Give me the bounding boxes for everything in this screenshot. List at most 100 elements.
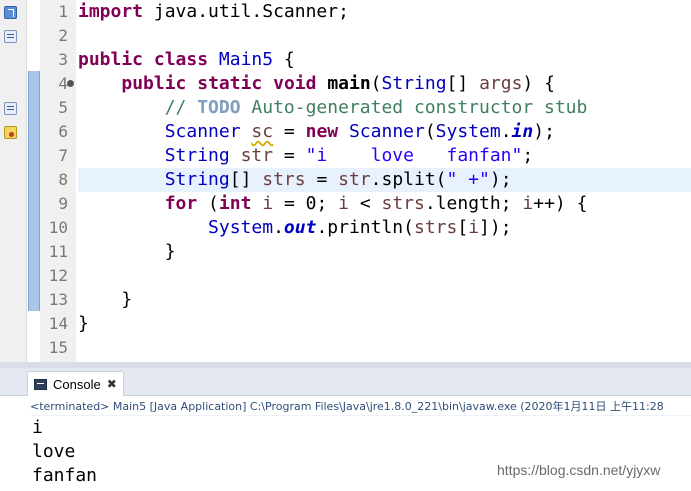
code-text: ]); [479, 217, 512, 238]
code-text: .println( [316, 217, 414, 238]
code-text: ); [533, 121, 555, 142]
keyword: void [273, 73, 317, 94]
line-number: 7 [58, 146, 68, 165]
line-number: 8 [58, 170, 68, 189]
line-number: 1 [58, 2, 68, 21]
code-text: .length; [424, 193, 523, 214]
keyword: int [218, 193, 252, 214]
local-variable: i [522, 193, 534, 214]
code-line-13: } [78, 289, 133, 310]
line-number: 12 [48, 266, 68, 285]
task-icon[interactable] [4, 30, 17, 43]
code-text: { [273, 49, 295, 70]
keyword: class [153, 49, 209, 70]
method-name: main [327, 73, 371, 94]
comment: // [164, 97, 198, 118]
code-text: ); [489, 169, 512, 190]
console-tab-label: Console [53, 376, 101, 392]
task-icon[interactable] [4, 102, 17, 115]
code-text: ; [522, 145, 534, 166]
code-text: [] [446, 73, 480, 94]
code-line-10: System.out.println(strs[i]); [78, 216, 691, 240]
local-variable: i [468, 217, 480, 238]
output-line: love [32, 441, 76, 462]
console-tab-bar: Console ✖ [0, 368, 691, 396]
code-area[interactable]: import java.util.Scanner; public class M… [78, 0, 691, 362]
code-text: [ [457, 217, 469, 238]
local-variable: i [338, 193, 349, 214]
code-text: = [273, 145, 306, 166]
todo-tag: TODO [197, 97, 241, 118]
code-line-4: public static void main(String[] args) { [78, 72, 691, 96]
type-name: System [435, 121, 501, 142]
type-name: String [164, 145, 230, 166]
line-number: 13 [48, 290, 68, 309]
line-number: 5 [58, 98, 68, 117]
code-text: ) { [522, 73, 555, 94]
code-text: ( [370, 73, 382, 94]
line-number: 4 [58, 74, 68, 93]
class-name: Main5 [218, 49, 274, 70]
code-line-14: } [78, 313, 89, 334]
local-variable: str [338, 169, 371, 190]
code-text: [] [229, 169, 263, 190]
local-variable: str [240, 145, 274, 166]
code-text: = [273, 121, 306, 142]
output-line: i [32, 417, 43, 438]
type-name: System [208, 217, 274, 238]
local-variable: strs [262, 169, 306, 190]
line-numbers: 1 2 3 4 5 6 7 8 9 10 11 12 13 14 15 [40, 0, 68, 360]
console-tab[interactable]: Console ✖ [27, 371, 124, 396]
code-text: ( [197, 193, 219, 214]
close-icon[interactable]: ✖ [107, 378, 117, 390]
line-number: 10 [48, 218, 68, 237]
local-variable: strs [381, 193, 425, 214]
keyword: for [164, 193, 198, 214]
quickfix-icon[interactable] [4, 6, 17, 19]
comment: Auto-generated constructor stub [240, 97, 588, 118]
line-number: 14 [48, 314, 68, 333]
string-literal: "i love fanfan" [305, 145, 523, 166]
code-line-5: // TODO Auto-generated constructor stub [78, 96, 691, 120]
line-number: 2 [58, 26, 68, 45]
code-text: . [500, 121, 512, 142]
unused-variable-warning[interactable]: sc [251, 121, 273, 142]
code-text: = 0; [273, 193, 339, 214]
console-view: Console ✖ <terminated> Main5 [Java Appli… [0, 362, 691, 491]
keyword: new [305, 121, 339, 142]
type-name: Scanner [164, 121, 241, 142]
code-line-9: for (int i = 0; i < strs.length; i++) { [78, 192, 691, 216]
code-text: ( [424, 121, 436, 142]
keyword: public [121, 73, 187, 94]
local-variable: strs [413, 217, 458, 238]
line-number: 11 [48, 242, 68, 261]
code-text: java.util.Scanner; [143, 1, 349, 22]
code-text: . [273, 217, 284, 238]
code-text: < [348, 193, 382, 214]
keyword: import [78, 1, 144, 22]
console-output[interactable]: i love fanfan [32, 416, 97, 488]
code-line-6: Scanner sc = new Scanner(System.in); [78, 120, 691, 144]
line-number: 3 [58, 50, 68, 69]
output-line: fanfan [32, 465, 98, 486]
fold-collapse-icon[interactable] [67, 80, 74, 87]
code-line-8-current: String[] strs = str.split(" +"); [78, 168, 691, 192]
code-text: .split( [370, 169, 447, 190]
code-line-11: } [78, 241, 176, 262]
type-name: Scanner [348, 121, 425, 142]
static-field: out [283, 217, 317, 238]
method-scope-indicator [28, 71, 40, 311]
warning-icon[interactable] [4, 126, 17, 139]
code-line-7: String str = "i love fanfan"; [78, 144, 691, 168]
code-editor[interactable]: 1 2 3 4 5 6 7 8 9 10 11 12 13 14 15 impo… [0, 0, 691, 362]
